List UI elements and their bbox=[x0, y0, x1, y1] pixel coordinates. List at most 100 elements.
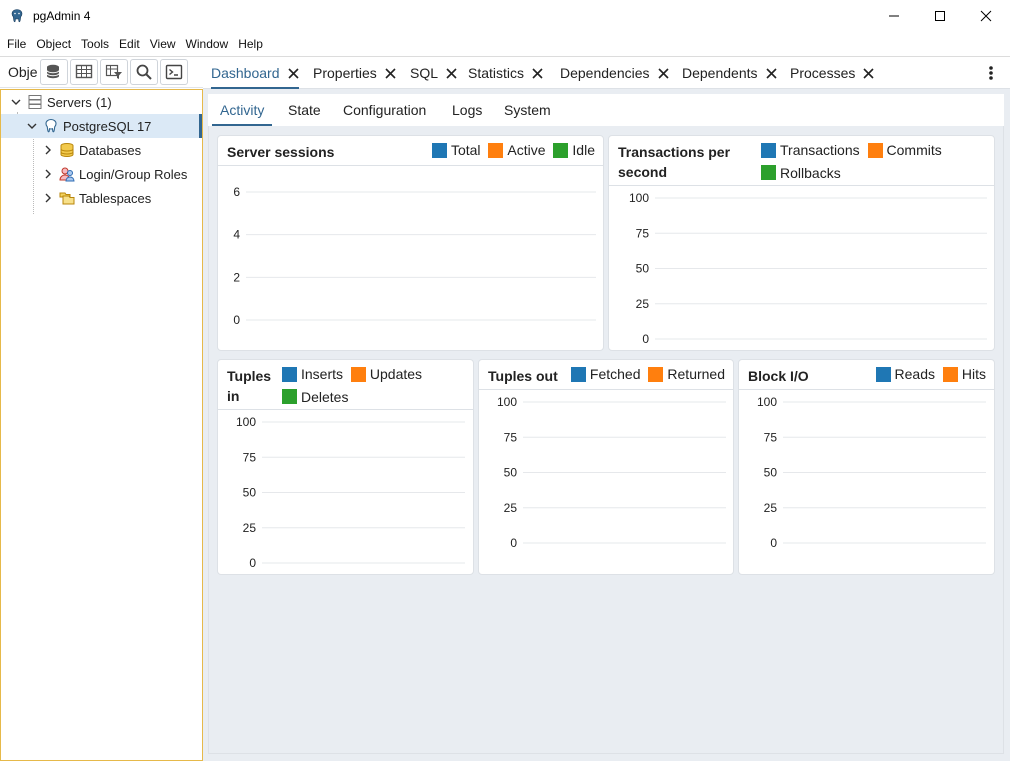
tab-properties[interactable]: Properties bbox=[313, 57, 396, 89]
subtab-activity[interactable]: Activity bbox=[211, 94, 273, 126]
menu-view[interactable]: View bbox=[145, 37, 181, 51]
legend-item-total[interactable]: Total bbox=[431, 140, 481, 160]
chart-legend: Fetched Returned bbox=[567, 364, 725, 387]
y-tick-label: 25 bbox=[764, 501, 778, 515]
maximize-icon bbox=[935, 11, 945, 21]
y-tick-label: 50 bbox=[636, 262, 650, 276]
more-options-button[interactable] bbox=[988, 65, 994, 84]
legend-item-updates[interactable]: Updates bbox=[350, 364, 422, 384]
menu-window[interactable]: Window bbox=[181, 37, 234, 51]
close-window-button[interactable] bbox=[963, 0, 1009, 32]
subtab-system[interactable]: System bbox=[504, 94, 551, 126]
menu-tools[interactable]: Tools bbox=[76, 37, 114, 51]
legend-item-returned[interactable]: Returned bbox=[648, 364, 725, 384]
menu-edit[interactable]: Edit bbox=[114, 37, 145, 51]
tab-label: Statistics bbox=[468, 65, 525, 81]
tab-sql[interactable]: SQL bbox=[410, 57, 457, 89]
search-icon bbox=[136, 64, 152, 80]
legend-label: Active bbox=[507, 142, 546, 158]
legend-swatch bbox=[553, 142, 569, 158]
query-tool-button[interactable] bbox=[40, 59, 68, 85]
legend-item-transactions[interactable]: Transactions bbox=[761, 140, 860, 160]
chevron-right-icon[interactable] bbox=[41, 167, 55, 181]
legend-item-commits[interactable]: Commits bbox=[867, 140, 942, 160]
block-io-card: Block I/O Reads Hits 100 75 50 25 0 bbox=[738, 359, 995, 575]
table-icon bbox=[75, 64, 93, 79]
legend-label: Deletes bbox=[301, 388, 349, 405]
tab-dependencies[interactable]: Dependencies bbox=[560, 57, 669, 89]
close-tab-icon[interactable] bbox=[532, 67, 543, 79]
close-tab-icon[interactable] bbox=[765, 67, 777, 79]
object-explorer-label[interactable]: Object Explorer bbox=[0, 64, 38, 80]
tab-statistics[interactable]: Statistics bbox=[468, 57, 543, 89]
window-title: pgAdmin 4 bbox=[33, 9, 91, 23]
close-tab-icon[interactable] bbox=[287, 67, 299, 79]
close-icon bbox=[980, 10, 992, 22]
menu-file[interactable]: File bbox=[2, 37, 31, 51]
legend-swatch bbox=[431, 142, 447, 158]
tree-node-databases[interactable]: Databases bbox=[41, 138, 141, 162]
minimize-button[interactable] bbox=[871, 0, 917, 32]
legend-item-reads[interactable]: Reads bbox=[875, 364, 935, 384]
servers-icon bbox=[27, 94, 43, 110]
legend-swatch bbox=[282, 366, 297, 382]
chart-title: Block I/O bbox=[748, 368, 809, 384]
legend-label: Hits bbox=[961, 366, 986, 382]
transactions-chart: 100 75 50 25 0 bbox=[629, 191, 987, 346]
selection-indicator bbox=[199, 114, 202, 138]
subtab-configuration[interactable]: Configuration bbox=[343, 94, 426, 126]
close-tab-icon[interactable] bbox=[657, 67, 669, 79]
legend-item-rollbacks[interactable]: Rollbacks bbox=[761, 163, 841, 183]
legend-swatch bbox=[942, 366, 958, 382]
chevron-right-icon[interactable] bbox=[41, 191, 55, 205]
tab-processes[interactable]: Processes bbox=[790, 57, 874, 89]
y-tick-label: 75 bbox=[243, 450, 257, 464]
tab-dashboard[interactable]: Dashboard bbox=[211, 57, 299, 89]
legend-item-active[interactable]: Active bbox=[488, 140, 546, 160]
chevron-down-icon[interactable] bbox=[25, 119, 39, 133]
menu-bar: File Object Tools Edit View Window Help bbox=[0, 32, 1010, 56]
legend-label: Total bbox=[450, 142, 481, 158]
tree-node-tablespaces[interactable]: Tablespaces bbox=[41, 186, 151, 210]
y-tick-label: 25 bbox=[636, 297, 650, 311]
close-tab-icon[interactable] bbox=[446, 67, 457, 79]
legend-item-hits[interactable]: Hits bbox=[942, 364, 986, 384]
psql-tool-button[interactable] bbox=[160, 59, 188, 85]
chart-title: Tuples in bbox=[227, 368, 272, 404]
kebab-menu-icon bbox=[989, 66, 993, 80]
legend-item-deletes[interactable]: Deletes bbox=[282, 387, 348, 407]
close-tab-icon[interactable] bbox=[863, 67, 874, 79]
filtered-rows-button[interactable] bbox=[100, 59, 128, 85]
menu-help[interactable]: Help bbox=[233, 37, 268, 51]
subtab-logs[interactable]: Logs bbox=[452, 94, 482, 126]
legend-swatch bbox=[570, 366, 586, 382]
tree-node-servers[interactable]: Servers (1) bbox=[9, 90, 202, 114]
legend-item-idle[interactable]: Idle bbox=[553, 140, 595, 160]
y-tick-label: 0 bbox=[510, 536, 517, 550]
view-data-button[interactable] bbox=[70, 59, 98, 85]
roles-icon bbox=[59, 166, 75, 182]
y-tick-label: 0 bbox=[249, 556, 256, 570]
subtab-state[interactable]: State bbox=[288, 94, 321, 126]
y-tick-label: 50 bbox=[764, 466, 778, 480]
maximize-button[interactable] bbox=[917, 0, 963, 32]
chevron-down-icon[interactable] bbox=[9, 95, 23, 109]
legend-swatch bbox=[867, 142, 883, 158]
legend-item-inserts[interactable]: Inserts bbox=[282, 364, 343, 384]
tree-node-postgresql-17[interactable]: PostgreSQL 17 bbox=[1, 114, 202, 138]
tree-node-login-group-roles[interactable]: Login/Group Roles bbox=[41, 162, 187, 186]
legend-label: Reads bbox=[894, 366, 935, 382]
y-tick-label: 2 bbox=[233, 270, 240, 284]
table-filter-icon bbox=[105, 64, 122, 79]
tab-dependents[interactable]: Dependents bbox=[682, 57, 777, 89]
tree-guide bbox=[33, 136, 34, 214]
databases-icon bbox=[59, 142, 75, 158]
object-explorer-toolbar: Object Explorer bbox=[0, 57, 203, 88]
search-objects-button[interactable] bbox=[130, 59, 158, 85]
legend-label: Inserts bbox=[301, 366, 344, 382]
close-tab-icon[interactable] bbox=[385, 67, 396, 79]
chart-title: Transactions per second bbox=[618, 144, 731, 180]
legend-item-fetched[interactable]: Fetched bbox=[570, 364, 641, 384]
menu-object[interactable]: Object bbox=[31, 37, 76, 51]
chevron-right-icon[interactable] bbox=[41, 143, 55, 157]
